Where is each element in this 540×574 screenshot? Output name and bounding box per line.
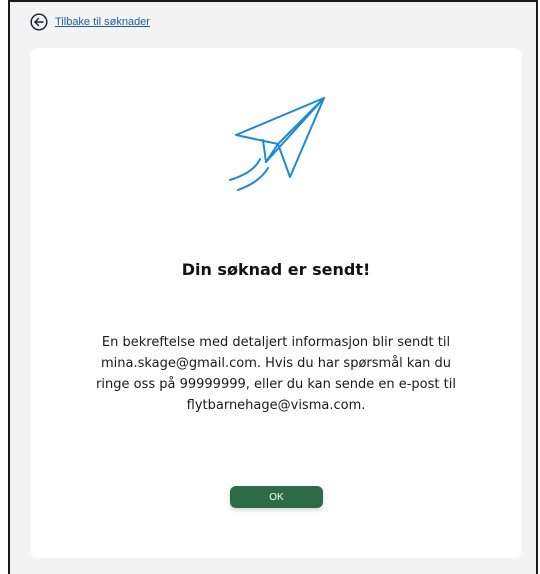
back-to-applications-link[interactable]: Tilbake til søknader (30, 13, 150, 31)
confirmation-card: Din søknad er sendt! En bekreftelse med … (30, 48, 522, 558)
confirmation-message: En bekreftelse med detaljert informasjon… (86, 332, 466, 416)
arrow-left-circle-icon (30, 13, 48, 31)
message-line: flytbarnehage@visma.com. (186, 398, 366, 413)
confirmation-title: Din søknad er sendt! (181, 260, 371, 279)
ok-button[interactable]: OK (230, 486, 323, 508)
back-link-label[interactable]: Tilbake til søknader (55, 16, 150, 28)
message-line: ringe oss på 99999999, eller du kan send… (96, 377, 456, 392)
paper-plane-icon (228, 96, 332, 194)
message-line: mina.skage@gmail.com. Hvis du har spørsm… (100, 356, 452, 371)
page-background: Tilbake til søknader Din søknad er sendt… (8, 0, 538, 574)
message-line: En bekreftelse med detaljert informasjon… (101, 335, 451, 350)
